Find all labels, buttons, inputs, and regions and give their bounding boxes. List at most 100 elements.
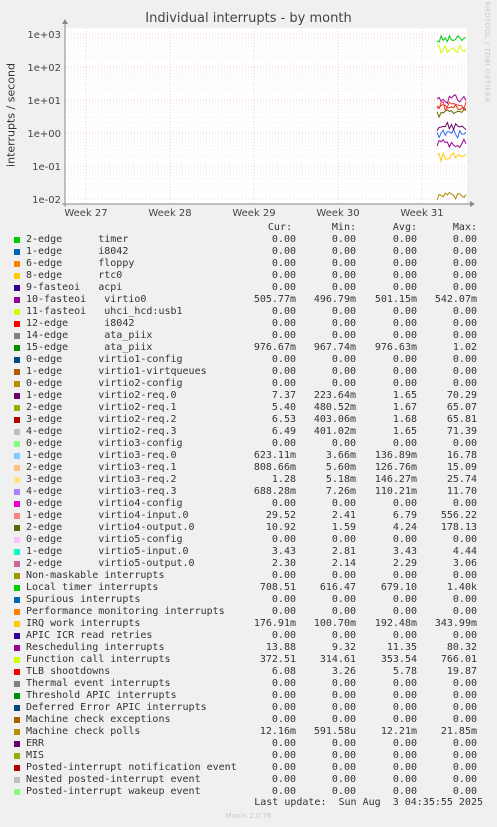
legend-avg: 1.67	[392, 402, 417, 413]
legend-max: 0.00	[452, 594, 477, 605]
legend-min: 0.00	[331, 234, 356, 245]
legend-cur: 29.52	[265, 510, 296, 521]
legend-row: TLB shootdowns 6.08 3.26 5.78 19.87	[0, 666, 497, 678]
legend-cur: 0.00	[271, 246, 296, 257]
legend-swatch	[14, 681, 20, 687]
legend-label: 8-edge rtc0	[26, 270, 123, 281]
legend-max: 15.09	[446, 462, 477, 473]
legend-row: 1-edge virtio1-virtqueues 0.00 0.00 0.00 0.0…	[0, 366, 497, 378]
legend-label: Deferred Error APIC interrupts	[26, 702, 207, 713]
legend-avg: 126.76m	[374, 462, 417, 473]
legend-label: 2-edge virtio3-req.1	[26, 462, 177, 473]
legend-cur: 0.00	[271, 498, 296, 509]
legend-row: 10-fasteoi virtio0 505.77m 496.79m 501.15m 5…	[0, 294, 497, 306]
x-tick-label: Week 31	[400, 208, 443, 219]
legend-cur: 6.08	[271, 666, 296, 677]
legend-swatch	[14, 345, 20, 351]
legend-label: Posted-interrupt wakeup event	[26, 786, 201, 797]
legend-cur: 708.51	[259, 582, 296, 593]
munin-version: Munin 2.0.76	[225, 812, 272, 820]
legend-avg: 0.00	[392, 714, 417, 725]
legend-min: 0.00	[331, 570, 356, 581]
legend-cur: 0.00	[271, 366, 296, 377]
legend-label: 0-edge virtio3-config	[26, 438, 183, 449]
legend-avg: 0.00	[392, 366, 417, 377]
legend-cur: 1.28	[271, 474, 296, 485]
legend-cur: 0.00	[271, 702, 296, 713]
legend-cur: 12.16m	[259, 726, 296, 737]
legend-label: Nested posted-interrupt event	[26, 774, 201, 785]
legend-max: 16.78	[446, 450, 477, 461]
legend-swatch	[14, 369, 20, 375]
legend-swatch	[14, 717, 20, 723]
legend-row: MIS 0.00 0.00 0.00 0.00	[0, 750, 497, 762]
legend-cur: 13.88	[265, 642, 296, 653]
legend-label: TLB shootdowns	[26, 666, 111, 677]
legend-min: 1.59	[331, 522, 356, 533]
legend-max: 3.06	[452, 558, 477, 569]
header-avg: Avg:	[392, 222, 417, 233]
legend-max: 80.32	[446, 642, 477, 653]
legend-min: 314.61	[319, 654, 356, 665]
legend-cur: 0.00	[271, 594, 296, 605]
legend-swatch	[14, 249, 20, 255]
legend-swatch	[14, 453, 20, 459]
legend-cur: 0.00	[271, 714, 296, 725]
legend-max: 0.00	[452, 258, 477, 269]
legend-min: 496.79m	[313, 294, 356, 305]
legend-header: Cur: Min: Avg: Max:	[0, 222, 497, 234]
interrupts-chart: 1e-021e-011e+001e+011e+021e+03 Week 27 We…	[27, 19, 475, 219]
legend-cur: 2.30	[271, 558, 296, 569]
legend-min: 0.00	[331, 498, 356, 509]
legend-avg: 976.63m	[374, 342, 417, 353]
legend-label: IRQ work interrupts	[26, 618, 141, 629]
legend-label: 9-fasteoi acpi	[26, 282, 123, 293]
legend-min: 223.64m	[313, 390, 356, 401]
legend-label: 15-edge ata_piix	[26, 342, 153, 353]
legend-label: Thermal event interrupts	[26, 678, 171, 689]
legend-row: 0-edge virtio3-config 0.00 0.00 0.00 0.00	[0, 438, 497, 450]
legend-cur: 0.00	[271, 678, 296, 689]
legend-row: 4-edge virtio3-req.3 688.28m 7.26m 110.21m 1…	[0, 486, 497, 498]
legend-swatch	[14, 765, 20, 771]
header-max: Max:	[452, 222, 477, 233]
legend-row: 9-fasteoi acpi 0.00 0.00 0.00 0.00	[0, 282, 497, 294]
legend-min: 0.00	[331, 258, 356, 269]
legend-label: Function call interrupts	[26, 654, 171, 665]
legend-avg: 192.48m	[374, 618, 417, 629]
legend-row: Machine check exceptions 0.00 0.00 0.00 0.00	[0, 714, 497, 726]
legend-swatch	[14, 297, 20, 303]
legend-swatch	[14, 669, 20, 675]
legend-cur: 808.66m	[253, 462, 296, 473]
legend-max: 0.00	[452, 750, 477, 761]
legend-min: 9.32	[331, 642, 356, 653]
legend-label: 0-edge virtio4-config	[26, 498, 183, 509]
legend-row: 15-edge ata_piix 976.67m 967.74m 976.63m 1.0…	[0, 342, 497, 354]
x-tick-label: Week 29	[232, 208, 275, 219]
legend-label: Local timer interrupts	[26, 582, 159, 593]
legend-min: 0.00	[331, 762, 356, 773]
legend-avg: 136.89m	[374, 450, 417, 461]
legend-max: 0.00	[452, 714, 477, 725]
legend-cur: 976.67m	[253, 342, 296, 353]
legend-swatch	[14, 729, 20, 735]
legend-max: 1.40k	[446, 582, 477, 593]
header-cur: Cur:	[267, 222, 292, 233]
legend-min: 0.00	[331, 438, 356, 449]
header-min: Min:	[331, 222, 356, 233]
legend-cur: 176.91m	[253, 618, 296, 629]
legend-row: 1-edge virtio3-req.0 623.11m 3.66m 136.89m 1…	[0, 450, 497, 462]
legend-label: 1-edge virtio5-input.0	[26, 546, 189, 557]
legend-row: APIC ICR read retries 0.00 0.00 0.00 0.00	[0, 630, 497, 642]
legend-row: Non-maskable interrupts 0.00 0.00 0.00 0.00	[0, 570, 497, 582]
legend-avg: 0.00	[392, 774, 417, 785]
legend-min: 0.00	[331, 534, 356, 545]
legend-min: 0.00	[331, 690, 356, 701]
legend-row: Performance monitoring interrupts 0.00 0.0…	[0, 606, 497, 618]
y-tick-label: 1e+02	[27, 63, 61, 74]
legend-label: APIC ICR read retries	[26, 630, 153, 641]
legend-swatch	[14, 261, 20, 267]
legend-cur: 0.00	[271, 606, 296, 617]
legend-max: 542.07m	[434, 294, 477, 305]
legend-cur: 0.00	[271, 762, 296, 773]
